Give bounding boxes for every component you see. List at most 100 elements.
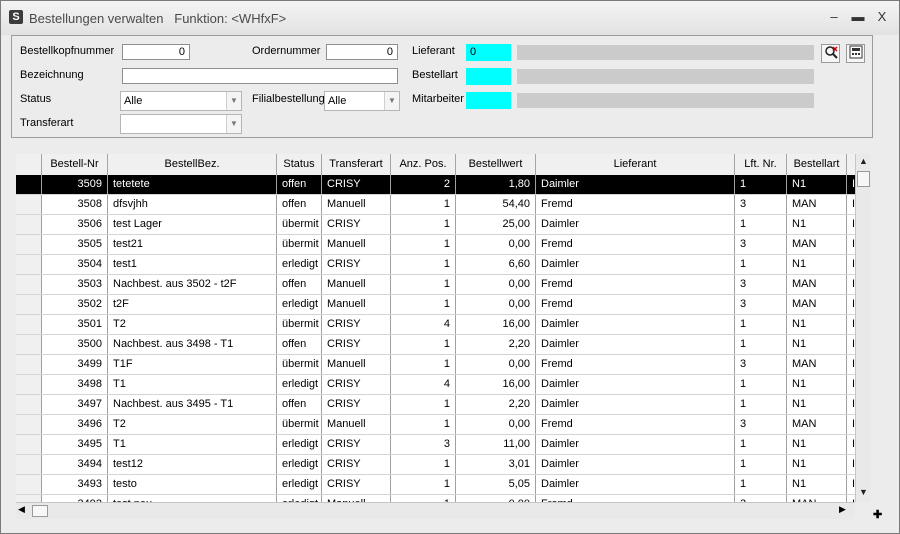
cell-lft-nr: 1 [735,435,787,454]
cell-selector [16,235,42,254]
table-row[interactable]: 3509 tetetete offen CRISY 2 1,80 Daimler 1 N1 I [16,175,868,195]
mitarbeiter-input[interactable] [466,92,511,109]
scroll-down-icon[interactable]: ▼ [856,487,871,501]
cell-anz-pos: 1 [391,335,456,354]
cell-anz-pos: 1 [391,415,456,434]
scroll-right-icon[interactable]: ▶ [839,504,846,515]
cell-transferart: Manuell [322,355,391,374]
cell-transferart: CRISY [322,215,391,234]
table-row[interactable]: 3494 test12 erledigt CRISY 1 3,01 Daimler 1 N1 I [16,455,868,475]
table-row[interactable]: 3500 Nachbest. aus 3498 - T1 offen CRISY 1 2,… [16,335,868,355]
column-header-anz-pos[interactable]: Anz. Pos. [391,154,456,175]
cell-bestellbez: Nachbest. aus 3502 - t2F [108,275,277,294]
cell-status: erledigt [277,475,322,494]
cell-transferart: CRISY [322,335,391,354]
table-row[interactable]: 3503 Nachbest. aus 3502 - t2F offen Manuell… [16,275,868,295]
cell-bestellbez: tetetete [108,175,277,194]
cell-bestell-nr: 3505 [42,235,108,254]
chevron-down-icon[interactable]: ▼ [226,92,241,110]
cell-selector [16,375,42,394]
cell-transferart: Manuell [322,495,391,502]
column-header-selector[interactable] [16,154,42,175]
mitarbeiter-name-display [517,93,814,108]
minimize-button[interactable]: – [825,9,843,25]
lieferant-input[interactable]: 0 [466,44,511,61]
cell-lft-nr: 3 [735,275,787,294]
transferart-select[interactable]: ▼ [120,114,242,134]
cell-status: übermit [277,215,322,234]
cell-selector [16,335,42,354]
cell-bestellart: MAN [787,495,847,502]
cell-selector [16,355,42,374]
table-row[interactable]: 3504 test1 erledigt CRISY 1 6,60 Daimler 1 N1 I [16,255,868,275]
bezeichnung-input[interactable] [122,68,398,84]
column-header-bestell-nr[interactable]: Bestell-Nr [42,154,108,175]
column-header-lieferant[interactable]: Lieferant [536,154,735,175]
table-row[interactable]: 3493 testo erledigt CRISY 1 5,05 Daimler 1 N1 I [16,475,868,495]
cell-bestellwert: 0,00 [456,275,536,294]
column-header-bestellwert[interactable]: Bestellwert [456,154,536,175]
cell-selector [16,495,42,502]
cell-lieferant: Daimler [536,475,735,494]
cell-lft-nr: 3 [735,235,787,254]
cell-bestellart: N1 [787,375,847,394]
cell-bestellart: N1 [787,435,847,454]
table-row[interactable]: 3498 T1 erledigt CRISY 4 16,00 Daimler 1 N1 I [16,375,868,395]
cell-anz-pos: 4 [391,375,456,394]
vertical-scroll-thumb[interactable] [857,171,870,187]
cell-bestellwert: 0,00 [456,355,536,374]
cell-selector [16,315,42,334]
add-icon[interactable]: ✚ [873,510,882,521]
table-row[interactable]: 3506 test Lager übermit CRISY 1 25,00 Daimler 1… [16,215,868,235]
horizontal-scroll-thumb[interactable] [32,505,48,517]
table-row[interactable]: 3495 T1 erledigt CRISY 3 11,00 Daimler 1 N1 I [16,435,868,455]
table-row[interactable]: 3501 T2 übermit CRISY 4 16,00 Daimler 1 N1 I [16,315,868,335]
table-row[interactable]: 3499 T1F übermit Manuell 1 0,00 Fremd 3 MAN I [16,355,868,375]
search-clear-button[interactable] [821,44,840,63]
scroll-left-icon[interactable]: ◀ [18,504,25,515]
filter-panel: Bestellkopfnummer 0 Ordernummer 0 Liefer… [11,35,873,138]
table-row[interactable]: 3497 Nachbest. aus 3495 - T1 offen CRISY 1 2,… [16,395,868,415]
transferart-label: Transferart [20,117,74,129]
cell-status: offen [277,395,322,414]
cell-transferart: Manuell [322,295,391,314]
cell-bestell-nr: 3494 [42,455,108,474]
title-bar: S Bestellungen verwalten Funktion: <WHfx… [1,1,899,35]
cell-bestellwert: 25,00 [456,215,536,234]
table-row[interactable]: 3492test neuerledigtManuell10,00Fremd3MA… [16,495,868,502]
table-row[interactable]: 3496 T2 übermit Manuell 1 0,00 Fremd 3 MAN I [16,415,868,435]
column-header-lft-nr[interactable]: Lft. Nr. [735,154,787,175]
table-row[interactable]: 3508 dfsvjhh offen Manuell 1 54,40 Fremd 3 MAN I [16,195,868,215]
cell-bestellbez: test1 [108,255,277,274]
cell-transferart: CRISY [322,255,391,274]
cell-status: offen [277,175,322,194]
ordernummer-input[interactable]: 0 [326,44,398,60]
close-button[interactable]: X [873,9,891,25]
bestellart-input[interactable] [466,68,511,85]
vertical-scrollbar[interactable]: ▲ ▼ [855,154,871,502]
bestellkopfnummer-input[interactable]: 0 [122,44,190,60]
column-header-bestellart[interactable]: Bestellart [787,154,847,175]
cell-status: offen [277,275,322,294]
cell-bestell-nr: 3501 [42,315,108,334]
grid-rows: 3509 tetetete offen CRISY 2 1,80 Daimler 1 N1 I 35… [16,175,868,502]
calculator-button[interactable] [846,44,865,63]
filialbestellung-select[interactable]: Alle ▼ [324,91,400,111]
window-title: Bestellungen verwalten Funktion: <WHfxF> [29,11,287,26]
chevron-down-icon[interactable]: ▼ [384,92,399,110]
column-header-bestellbez[interactable]: BestellBez. [108,154,277,175]
scroll-up-icon[interactable]: ▲ [856,156,871,170]
horizontal-scrollbar[interactable]: ◀ ▶ [16,502,855,519]
table-row[interactable]: 3505 test21 übermit Manuell 1 0,00 Fremd 3 MAN I [16,235,868,255]
table-row[interactable]: 3502 t2F erledigt Manuell 1 0,00 Fremd 3 MAN I [16,295,868,315]
lieferant-label: Lieferant [412,45,455,57]
maximize-button[interactable]: ▬ [849,9,867,25]
chevron-down-icon[interactable]: ▼ [226,115,241,133]
column-header-status[interactable]: Status [277,154,322,175]
cell-transferart: Manuell [322,415,391,434]
cell-lft-nr: 1 [735,255,787,274]
grid-header: Bestell-Nr BestellBez. Status Transferart An… [16,154,868,176]
cell-lft-nr: 3 [735,355,787,374]
status-select[interactable]: Alle ▼ [120,91,242,111]
column-header-transferart[interactable]: Transferart [322,154,391,175]
